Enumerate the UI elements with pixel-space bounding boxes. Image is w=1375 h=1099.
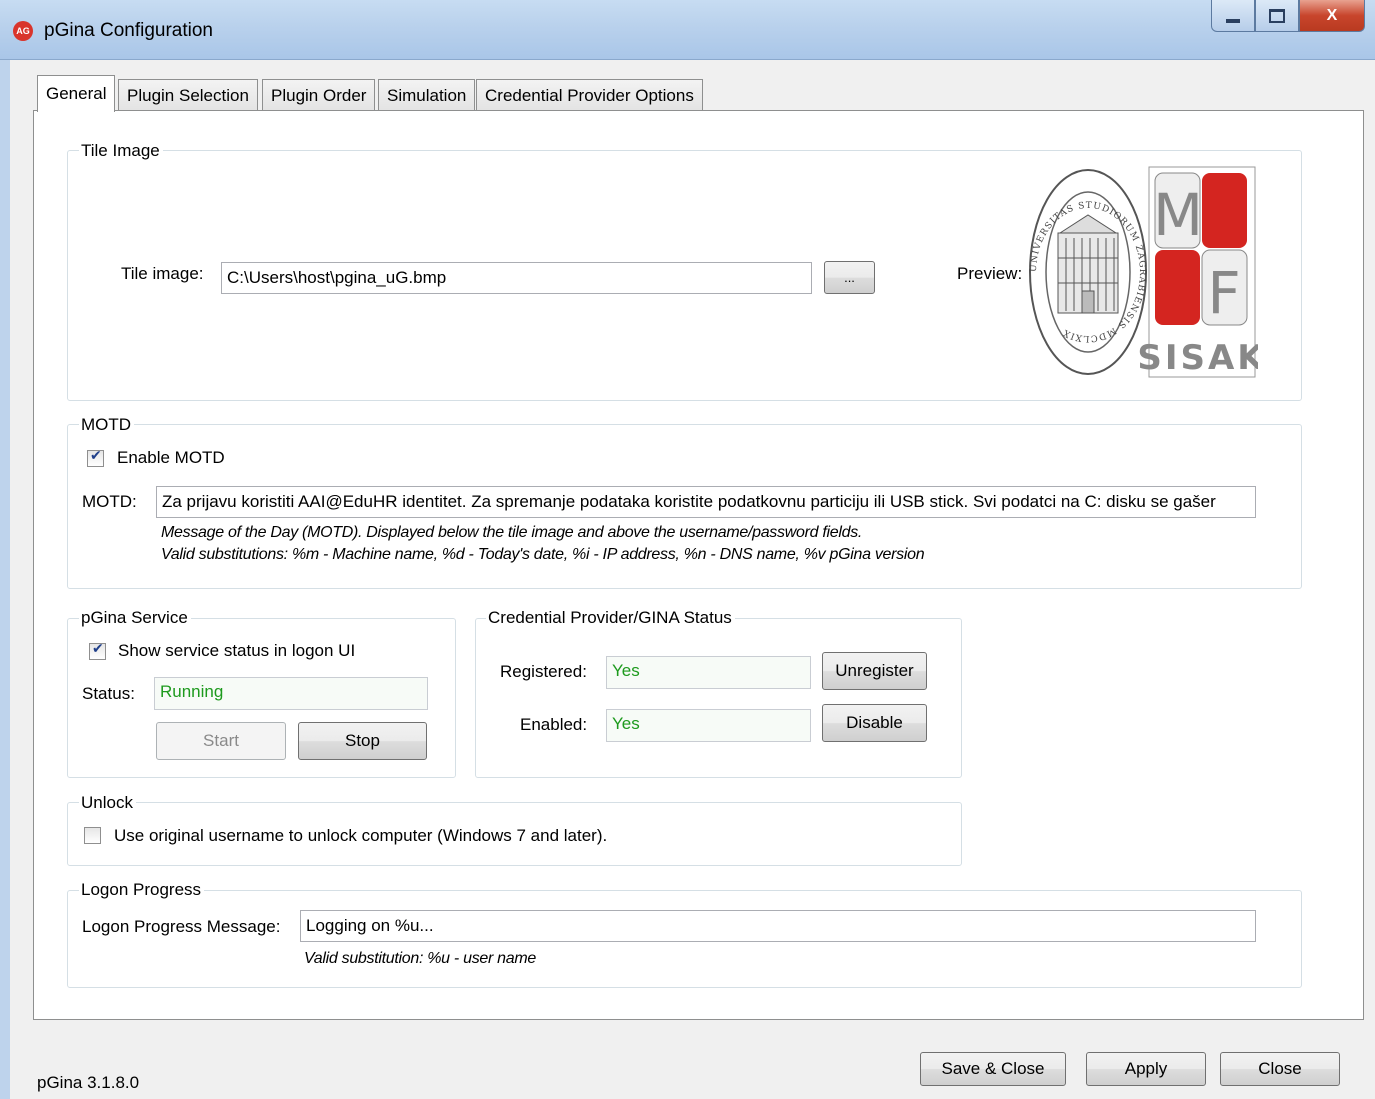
tab-plugin-order[interactable]: Plugin Order [262, 79, 376, 111]
unregister-button[interactable]: Unregister [822, 652, 927, 690]
unlock-original-username-label: Use original username to unlock computer… [114, 826, 608, 845]
motd-field-label: MOTD: [82, 492, 137, 511]
tab-general[interactable]: General [37, 75, 116, 112]
cp-status-group [475, 618, 962, 778]
tab-credential-provider-options-label: Credential Provider Options [485, 86, 694, 105]
tab-plugin-selection[interactable]: Plugin Selection [118, 79, 258, 111]
registered-label: Registered: [500, 662, 587, 681]
svg-text:F: F [1207, 259, 1240, 327]
preview-label: Preview: [957, 264, 1023, 283]
logon-progress-message-label: Logon Progress Message: [82, 917, 281, 936]
tile-image-preview: UNIVERSITAS STUDIORUM ZAGRABIENSIS MDCLX… [1028, 163, 1264, 381]
preview-logo-image: UNIVERSITAS STUDIORUM ZAGRABIENSIS MDCLX… [1029, 166, 1264, 378]
cp-status-group-label: Credential Provider/GINA Status [486, 608, 735, 628]
motd-group-label: MOTD [79, 415, 135, 435]
registered-value: Yes [606, 656, 811, 689]
window-title: pGina Configuration [44, 20, 213, 41]
motd-hint-line1: Message of the Day (MOTD). Displayed bel… [161, 524, 863, 541]
start-service-button[interactable]: Start [156, 722, 286, 760]
save-close-button[interactable]: Save & Close [920, 1052, 1066, 1086]
close-button[interactable]: Close [1220, 1052, 1340, 1086]
motd-hint-line2: Valid substitutions: %m - Machine name, … [161, 546, 925, 563]
unlock-group-label: Unlock [79, 793, 136, 813]
close-window-button[interactable]: X [1299, 0, 1365, 32]
service-status-label: Status: [82, 684, 135, 703]
minimize-icon [1226, 18, 1240, 23]
app-icon: AG [13, 21, 33, 41]
window-left-border [0, 60, 10, 1099]
pgina-service-group-label: pGina Service [79, 608, 191, 628]
minimize-button[interactable] [1211, 0, 1255, 32]
svg-text:M: M [1153, 181, 1203, 249]
enable-motd-checkbox[interactable] [87, 448, 104, 467]
maximize-icon [1269, 8, 1285, 23]
tile-image-path-input[interactable] [221, 262, 812, 294]
tab-general-label: General [46, 84, 107, 103]
maximize-button[interactable] [1255, 0, 1299, 32]
disable-button[interactable]: Disable [822, 704, 927, 742]
logon-progress-group-label: Logon Progress [79, 880, 205, 900]
tab-simulation-label: Simulation [387, 86, 467, 105]
unlock-original-username-checkbox[interactable] [84, 827, 101, 844]
logon-progress-message-input[interactable] [300, 910, 1256, 942]
stop-service-button[interactable]: Stop [298, 722, 427, 760]
motd-input[interactable] [156, 486, 1256, 518]
service-status-value: Running [154, 677, 428, 710]
tab-plugin-selection-label: Plugin Selection [127, 86, 249, 105]
svg-text:SISAK: SISAK [1137, 338, 1258, 378]
logon-progress-hint: Valid substitution: %u - user name [304, 950, 536, 967]
tab-simulation[interactable]: Simulation [378, 79, 476, 111]
tile-image-label: Tile image: [121, 264, 204, 283]
tile-image-group-label: Tile Image [79, 141, 163, 161]
tab-plugin-order-label: Plugin Order [271, 86, 367, 105]
enabled-label: Enabled: [520, 715, 588, 734]
version-label: pGina 3.1.8.0 [37, 1073, 140, 1092]
enabled-value: Yes [606, 709, 811, 742]
show-service-status-checkbox[interactable] [89, 641, 106, 660]
tab-credential-provider-options[interactable]: Credential Provider Options [476, 79, 703, 111]
browse-button[interactable]: ... [824, 261, 875, 294]
close-icon: X [1326, 6, 1338, 24]
apply-button[interactable]: Apply [1086, 1052, 1206, 1086]
enable-motd-label: Enable MOTD [117, 448, 225, 467]
show-service-status-label: Show service status in logon UI [118, 641, 356, 660]
window-controls: X [1211, 0, 1365, 34]
